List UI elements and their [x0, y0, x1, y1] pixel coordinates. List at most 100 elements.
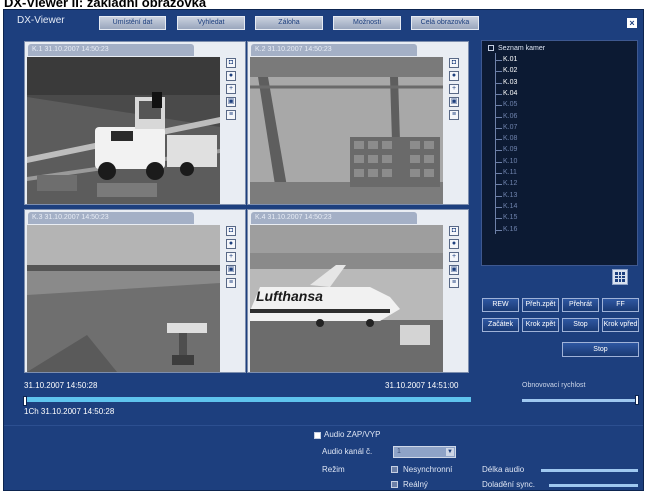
camera-list-item[interactable]: K.01 — [496, 55, 517, 65]
camera-list-item[interactable]: K.11 — [496, 168, 517, 178]
timeline-end-time: 31.10.2007 14:51:00 — [385, 381, 459, 390]
camera-list-item[interactable]: K.05 — [496, 100, 517, 110]
mode-async-label: Nesynchronní — [403, 465, 453, 474]
refresh-speed-slider[interactable] — [522, 399, 638, 402]
mode-real-checkbox[interactable] — [391, 481, 398, 488]
camera-4-toolbar: ◘ ● + ▣ ≡ — [448, 225, 462, 291]
stop-button[interactable]: Stop — [562, 318, 599, 332]
audio-channel-value: 1 — [397, 448, 401, 455]
camera-list-panel: Seznam kamer K.01 K.02 K.03 K.04 K.05 K.06 K.0… — [481, 40, 638, 285]
snapshot-icon[interactable]: ▣ — [226, 265, 236, 275]
camera-list-item[interactable]: K.12 — [496, 179, 517, 189]
camera-list-item[interactable]: K.03 — [496, 78, 517, 88]
refresh-speed-handle[interactable] — [635, 395, 639, 405]
zoom-icon[interactable]: + — [449, 84, 459, 94]
dx-viewer-window: DX-Viewer Umístění dat Vyhledat Záloha M… — [3, 9, 644, 491]
settings-icon[interactable]: ≡ — [226, 110, 236, 120]
camera-list-item[interactable]: K.07 — [496, 123, 517, 133]
menu-options-button[interactable]: Možnosti — [333, 16, 401, 30]
zoom-icon[interactable]: + — [449, 252, 459, 262]
timeline-handle[interactable] — [23, 396, 27, 406]
camera-icon[interactable]: ◘ — [226, 226, 236, 236]
camera-3-toolbar: ◘ ● + ▣ ≡ — [225, 225, 239, 291]
camera-2-toolbar: ◘ ● + ▣ ≡ — [448, 57, 462, 123]
camera-panel-1[interactable]: K.1 31.10.2007 14:50:23 ◘ ● + ▣ ≡ — [24, 41, 246, 205]
camera-list-item[interactable]: K.08 — [496, 134, 517, 144]
camera-4-image: Lufthansa — [250, 225, 443, 372]
camera-list-item[interactable]: K.04 — [496, 89, 517, 99]
camera-list-title: Seznam kamer — [498, 45, 546, 52]
camera-list-item[interactable]: K.06 — [496, 112, 517, 122]
camera-icon[interactable]: ◘ — [449, 226, 459, 236]
menu-search-button[interactable]: Vyhledat — [177, 16, 245, 30]
audio-channel-select[interactable]: 1 ▼ — [393, 446, 456, 458]
zoom-icon[interactable]: + — [226, 252, 236, 262]
rewind-button[interactable]: REW — [482, 298, 519, 312]
audio-sync-slider[interactable] — [549, 484, 638, 487]
timeline-start-time: 31.10.2007 14:50:28 — [24, 381, 98, 390]
menu-backup-button[interactable]: Záloha — [255, 16, 323, 30]
current-time-readout: 1Ch 31.10.2007 14:50:28 — [24, 407, 115, 416]
camera-list-item[interactable]: K.16 — [496, 225, 517, 235]
audio-toggle-label: Audio ZAP/VYP — [324, 430, 381, 439]
record-icon[interactable]: ● — [226, 71, 236, 81]
menu-data-location-button[interactable]: Umístění dat — [99, 16, 166, 30]
settings-icon[interactable]: ≡ — [449, 110, 459, 120]
record-icon[interactable]: ● — [449, 239, 459, 249]
close-button[interactable]: × — [627, 18, 637, 28]
camera-list-item[interactable]: K.02 — [496, 66, 517, 76]
play-reverse-button[interactable]: Přeh.zpět — [522, 298, 559, 312]
airline-logo-text: Lufthansa — [256, 288, 323, 304]
audio-mode-label: Režim — [322, 465, 345, 474]
mode-real-label: Reálný — [403, 480, 428, 489]
audio-length-slider[interactable] — [541, 469, 638, 472]
settings-icon[interactable]: ≡ — [226, 278, 236, 288]
stop-large-button[interactable]: Stop — [562, 342, 639, 357]
go-to-start-button[interactable]: Začátek — [482, 318, 519, 332]
camera-list-item[interactable]: K.09 — [496, 145, 517, 155]
camera-2-tab: K.2 31.10.2007 14:50:23 — [251, 44, 417, 56]
zoom-icon[interactable]: + — [226, 84, 236, 94]
camera-1-tab: K.1 31.10.2007 14:50:23 — [28, 44, 194, 56]
snapshot-icon[interactable]: ▣ — [449, 265, 459, 275]
divider — [4, 425, 643, 426]
camera-icon[interactable]: ◘ — [449, 58, 459, 68]
chevron-down-icon: ▼ — [446, 448, 454, 456]
checkbox-icon[interactable] — [488, 45, 494, 51]
camera-4-view[interactable]: Lufthansa — [250, 225, 443, 372]
menu-fullscreen-button[interactable]: Celá obrazovka — [411, 16, 479, 30]
camera-panel-2[interactable]: K.2 31.10.2007 14:50:23 ◘ ● + ▣ ≡ — [247, 41, 469, 205]
camera-panel-3[interactable]: K.3 31.10.2007 14:50:23 ◘ ● + ▣ ≡ — [24, 209, 246, 373]
fast-forward-button[interactable]: FF — [602, 298, 639, 312]
camera-1-toolbar: ◘ ● + ▣ ≡ — [225, 57, 239, 123]
audio-length-label: Délka audio — [482, 465, 525, 474]
snapshot-icon[interactable]: ▣ — [449, 97, 459, 107]
settings-icon[interactable]: ≡ — [449, 278, 459, 288]
camera-2-view[interactable] — [250, 57, 443, 204]
camera-icon[interactable]: ◘ — [226, 58, 236, 68]
camera-3-tab: K.3 31.10.2007 14:50:23 — [28, 212, 194, 224]
camera-list-item[interactable]: K.10 — [496, 157, 517, 167]
audio-channel-label: Audio kanál č. — [322, 447, 373, 456]
camera-2-image — [250, 57, 443, 204]
mode-async-checkbox[interactable] — [391, 466, 398, 473]
camera-list-item[interactable]: K.15 — [496, 213, 517, 223]
camera-1-view[interactable] — [27, 57, 220, 204]
app-title: DX-Viewer — [17, 15, 65, 26]
camera-list-item[interactable]: K.14 — [496, 202, 517, 212]
refresh-speed-label: Obnovovací rychlost — [522, 382, 586, 389]
play-button[interactable]: Přehrát — [562, 298, 599, 312]
camera-3-image — [27, 225, 220, 372]
step-back-button[interactable]: Krok zpět — [522, 318, 559, 332]
snapshot-icon[interactable]: ▣ — [226, 97, 236, 107]
audio-toggle-checkbox[interactable] — [314, 432, 321, 439]
camera-list-header[interactable]: Seznam kamer — [488, 45, 545, 52]
record-icon[interactable]: ● — [226, 239, 236, 249]
record-icon[interactable]: ● — [449, 71, 459, 81]
grid-layout-icon[interactable] — [612, 269, 628, 285]
camera-list-item[interactable]: K.13 — [496, 191, 517, 201]
camera-panel-4[interactable]: K.4 31.10.2007 14:50:23 Lufthansa ◘ ● + … — [247, 209, 469, 373]
step-forward-button[interactable]: Krok vpřed — [602, 318, 639, 332]
timeline-bar[interactable] — [24, 397, 471, 402]
camera-3-view[interactable] — [27, 225, 220, 372]
